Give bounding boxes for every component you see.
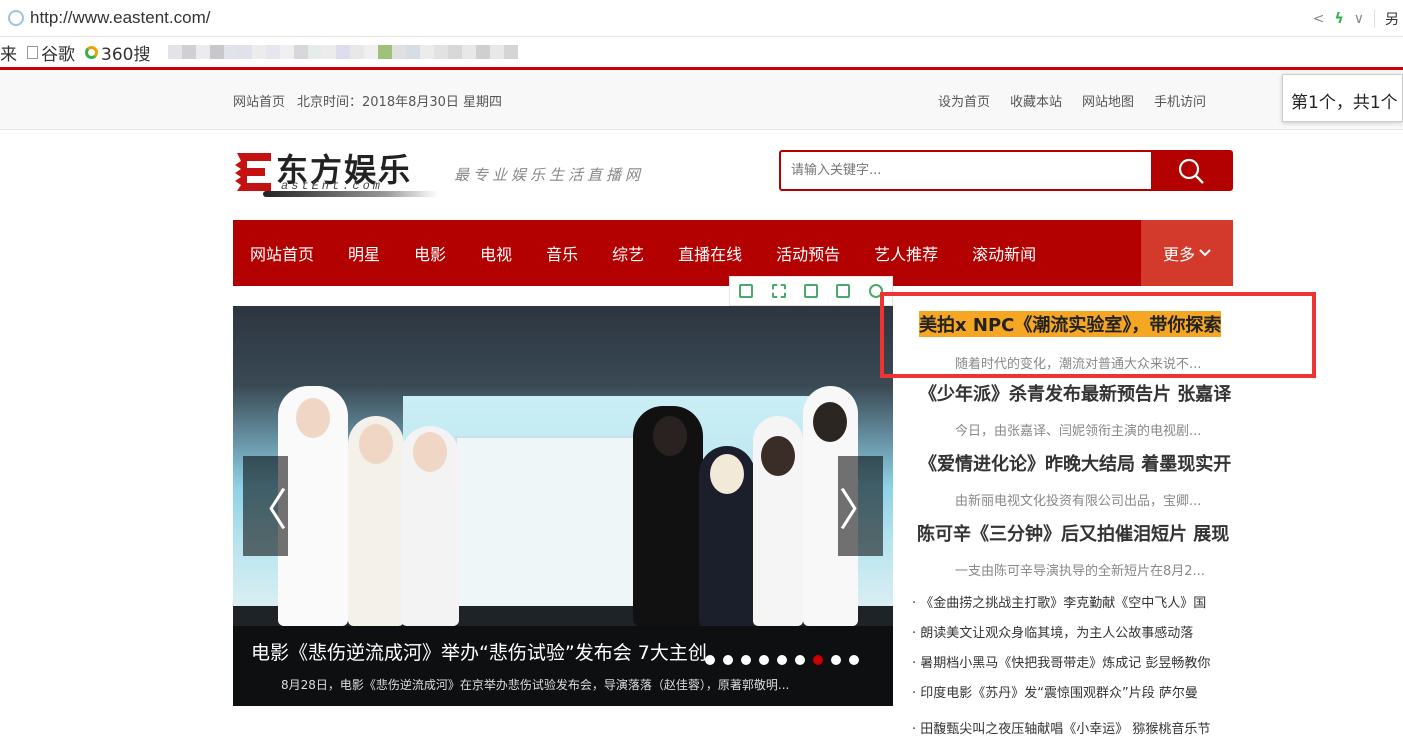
site-logo[interactable]: 东方娱乐 astEnt.com bbox=[233, 147, 443, 199]
slider-dot[interactable] bbox=[849, 655, 859, 665]
slider-dot[interactable] bbox=[741, 655, 751, 665]
nav-item-artists[interactable]: 艺人推荐 bbox=[874, 241, 938, 265]
site-slogan: 最专业娱乐生活直播网 bbox=[454, 166, 645, 184]
bookmark-360[interactable]: 360搜 bbox=[85, 40, 150, 65]
nav-item-live[interactable]: 直播在线 bbox=[678, 241, 742, 265]
mobile-link[interactable]: 手机访问 bbox=[1154, 91, 1206, 110]
slider-prev-button[interactable]: 〈 bbox=[243, 456, 288, 556]
news-item[interactable]: 《少年派》杀青发布最新预告片 张嘉译 今日，由张嘉译、闫妮领衔主演的电视剧... bbox=[919, 380, 1247, 439]
nav-item-tv[interactable]: 电视 bbox=[480, 241, 512, 265]
expand-icon[interactable] bbox=[771, 284, 786, 298]
nav-item-variety[interactable]: 综艺 bbox=[612, 241, 644, 265]
news-link[interactable]: · 朗读美文让观众身临其境，为主人公故事感动落 bbox=[912, 622, 1234, 652]
nav-item-home[interactable]: 网站首页 bbox=[250, 241, 314, 265]
slider-dot[interactable] bbox=[759, 655, 769, 665]
person-head bbox=[296, 398, 330, 438]
nav-item-stars[interactable]: 明星 bbox=[348, 241, 380, 265]
bookmark-label: 360搜 bbox=[101, 44, 151, 65]
slider-dot[interactable] bbox=[813, 655, 823, 665]
search-icon bbox=[1178, 158, 1204, 184]
news-link-list: · 《金曲捞之挑战主打歌》李克勤献《空中飞人》国 · 朗读美文让观众身临其境，为… bbox=[912, 592, 1234, 748]
slider-dot[interactable] bbox=[723, 655, 733, 665]
chevron-down-icon[interactable]: ∨ bbox=[1354, 11, 1364, 27]
news-link[interactable]: · 田馥甄尖叫之夜压轴献唱《小幸运》 猕猴桃音乐节 bbox=[912, 718, 1234, 748]
save-icon[interactable] bbox=[803, 284, 818, 298]
person-head bbox=[359, 424, 393, 464]
site-icon bbox=[8, 10, 24, 26]
topbar-date: 北京时间：2018年8月30日 星期四 bbox=[297, 95, 503, 110]
360-icon bbox=[85, 45, 98, 59]
person-head bbox=[413, 432, 447, 472]
news-link[interactable]: · 《金曲捞之挑战主打歌》李克勤献《空中飞人》国 bbox=[912, 592, 1234, 622]
news-title[interactable]: 陈可辛《三分钟》后又拍催泪短片 展现 bbox=[917, 520, 1245, 546]
bookmark-google[interactable]: 谷歌 bbox=[27, 40, 75, 65]
slider-dot[interactable] bbox=[705, 655, 715, 665]
person-head bbox=[761, 436, 795, 476]
nav-item-events[interactable]: 活动预告 bbox=[776, 241, 840, 265]
logo-e-icon bbox=[235, 153, 271, 191]
url-text[interactable]: http://www.eastent.com/ bbox=[30, 8, 210, 28]
bolt-icon[interactable]: ϟ bbox=[1335, 11, 1344, 27]
news-item[interactable]: 美拍x NPC《潮流实验室》，带你探索 随着时代的变化，潮流对普通大众来说不..… bbox=[919, 311, 1247, 372]
address-bar-actions: < ϟ ∨ 另 bbox=[1313, 0, 1403, 37]
divider bbox=[1374, 9, 1375, 28]
topbar-left: 网站首页 北京时间：2018年8月30日 星期四 bbox=[233, 91, 502, 110]
share-icon[interactable]: < bbox=[1313, 11, 1325, 27]
address-bar[interactable]: http://www.eastent.com/ < ϟ ∨ 另 bbox=[0, 0, 1403, 37]
slider-dot[interactable] bbox=[831, 655, 841, 665]
news-title[interactable]: 《爱情进化论》昨晚大结局 着墨现实开 bbox=[919, 450, 1247, 476]
news-desc: 随着时代的变化，潮流对普通大众来说不... bbox=[955, 357, 1202, 372]
find-result-counter: 第1个，共1个 bbox=[1282, 74, 1403, 122]
news-desc: 一支由陈可辛导演执导的全新短片在8月2... bbox=[955, 564, 1205, 579]
news-title[interactable]: 美拍x NPC《潮流实验室》，带你探索 bbox=[919, 311, 1222, 337]
news-link[interactable]: · 暑期档小黑马《快把我哥带走》炼成记 彭昱畅教你 bbox=[912, 652, 1234, 682]
nav-item-music[interactable]: 音乐 bbox=[546, 241, 578, 265]
bookmark-partial[interactable]: 来 bbox=[0, 40, 17, 65]
news-desc: 由新丽电视文化投资有限公司出品，宝卿... bbox=[955, 494, 1202, 509]
search-input[interactable] bbox=[781, 152, 1151, 189]
logo-brush-stroke bbox=[263, 191, 438, 197]
nav-item-movies[interactable]: 电影 bbox=[414, 241, 446, 265]
nav-more-button[interactable]: 更多 bbox=[1141, 220, 1233, 286]
share-icon[interactable] bbox=[836, 284, 851, 298]
slider-caption: 电影《悲伤逆流成河》举办“悲伤试验”发布会 7大主创 8月28日，电影《悲伤逆流… bbox=[233, 626, 893, 706]
set-homepage-link[interactable]: 设为首页 bbox=[938, 91, 990, 110]
nav-more-label: 更多 bbox=[1162, 245, 1195, 264]
nav-items: 网站首页 明星 电影 电视 音乐 综艺 直播在线 活动预告 艺人推荐 滚动新闻 bbox=[233, 220, 1053, 286]
slider-dot[interactable] bbox=[795, 655, 805, 665]
news-item[interactable]: 陈可辛《三分钟》后又拍催泪短片 展现 一支由陈可辛导演执导的全新短片在8月2..… bbox=[917, 520, 1245, 579]
person-head bbox=[710, 454, 744, 494]
blurred-bookmarks bbox=[168, 45, 519, 59]
search-box bbox=[779, 150, 1233, 191]
nav-item-rolling-news[interactable]: 滚动新闻 bbox=[972, 241, 1036, 265]
search-button[interactable] bbox=[1151, 152, 1231, 189]
page-icon bbox=[27, 45, 38, 59]
topbar-home-link[interactable]: 网站首页 bbox=[233, 91, 285, 110]
slider-next-button[interactable]: 〉 bbox=[838, 456, 883, 556]
bookmark-label: 谷歌 bbox=[41, 44, 75, 65]
person-head bbox=[813, 402, 847, 442]
hero-slider[interactable]: 〈 〉 电影《悲伤逆流成河》举办“悲伤试验”发布会 7大主创 8月28日，电影《… bbox=[233, 306, 893, 706]
right-menu-label[interactable]: 另 bbox=[1385, 9, 1399, 29]
slider-caption-desc: 8月28日，电影《悲伤逆流成河》在京举办悲伤试验发布会，导演落落（赵佳蓉），原著… bbox=[281, 678, 790, 692]
person-head bbox=[653, 416, 687, 456]
news-desc: 今日，由张嘉译、闫妮领衔主演的电视剧... bbox=[955, 424, 1202, 439]
image-toolbar bbox=[729, 276, 893, 306]
bookmark-label: 来 bbox=[0, 44, 17, 65]
poster-image bbox=[455, 436, 635, 626]
bookmark-site-link[interactable]: 收藏本站 bbox=[1010, 91, 1062, 110]
chevron-down-icon bbox=[1199, 249, 1211, 257]
slider-dots bbox=[705, 655, 859, 665]
news-item[interactable]: 《爱情进化论》昨晚大结局 着墨现实开 由新丽电视文化投资有限公司出品，宝卿... bbox=[919, 450, 1247, 509]
news-link[interactable]: · 印度电影《苏丹》发“震惊围观群众”片段 萨尔曼 bbox=[912, 682, 1234, 712]
phone-icon[interactable] bbox=[739, 284, 754, 298]
slider-caption-title[interactable]: 电影《悲伤逆流成河》举办“悲伤试验”发布会 7大主创 bbox=[251, 638, 707, 665]
bookmarks-bar: 来 谷歌 360搜 bbox=[0, 37, 1403, 67]
site-topbar: 网站首页 北京时间：2018年8月30日 星期四 设为首页 收藏本站 网站地图 … bbox=[0, 70, 1403, 130]
slider-dot[interactable] bbox=[777, 655, 787, 665]
topbar-links: 设为首页 收藏本站 网站地图 手机访问 bbox=[938, 91, 1206, 110]
news-title[interactable]: 《少年派》杀青发布最新预告片 张嘉译 bbox=[919, 380, 1247, 406]
sitemap-link[interactable]: 网站地图 bbox=[1082, 91, 1134, 110]
